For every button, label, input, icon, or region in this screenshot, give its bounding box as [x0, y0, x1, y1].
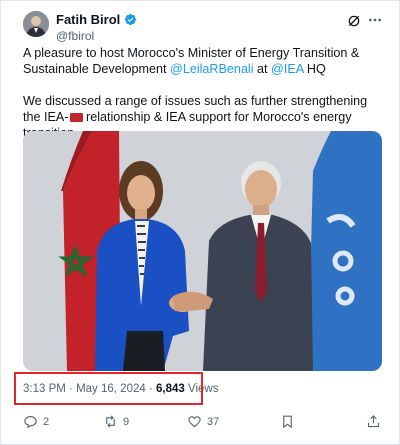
tweet-card: Fatih Birol @fbirol A pleasure to host M…	[0, 0, 400, 445]
like-button[interactable]: 37	[187, 414, 219, 429]
tweet-text: A pleasure to host Morocco's Minister of…	[23, 45, 383, 141]
author-handle[interactable]: @fbirol	[56, 29, 137, 43]
mention-link-org[interactable]: @IEA	[271, 62, 303, 76]
tweet-paragraph-1: A pleasure to host Morocco's Minister of…	[23, 45, 383, 77]
highlight-annotation-box	[14, 372, 203, 405]
mention-link-user[interactable]: @LeilaRBenali	[170, 62, 254, 76]
like-count: 37	[207, 415, 220, 428]
morocco-flag-emoji-icon	[69, 113, 83, 122]
share-icon	[367, 415, 380, 428]
share-button[interactable]	[366, 414, 381, 429]
verified-badge-icon	[124, 13, 137, 26]
repost-button[interactable]: 9	[103, 414, 129, 429]
reply-button[interactable]: 2	[23, 414, 49, 429]
grok-icon[interactable]	[347, 14, 361, 28]
repost-count: 9	[123, 415, 130, 428]
avatar[interactable]	[23, 11, 49, 37]
tweet-actions: 2 9 37	[23, 414, 383, 432]
tweet-header: Fatih Birol @fbirol	[23, 11, 383, 43]
reply-icon	[24, 415, 37, 429]
bookmark-icon	[283, 415, 292, 429]
reply-count: 2	[43, 415, 50, 428]
author-name[interactable]: Fatih Birol	[56, 12, 120, 27]
tweet-photo[interactable]	[23, 131, 382, 371]
bookmark-button[interactable]	[280, 414, 295, 429]
tweet-text-segment: at	[253, 62, 272, 76]
heart-icon	[188, 416, 201, 428]
tweet-text-segment: HQ	[303, 62, 326, 76]
repost-icon	[106, 415, 115, 428]
author-block: Fatih Birol @fbirol	[56, 12, 137, 43]
more-options-icon[interactable]	[367, 12, 383, 28]
